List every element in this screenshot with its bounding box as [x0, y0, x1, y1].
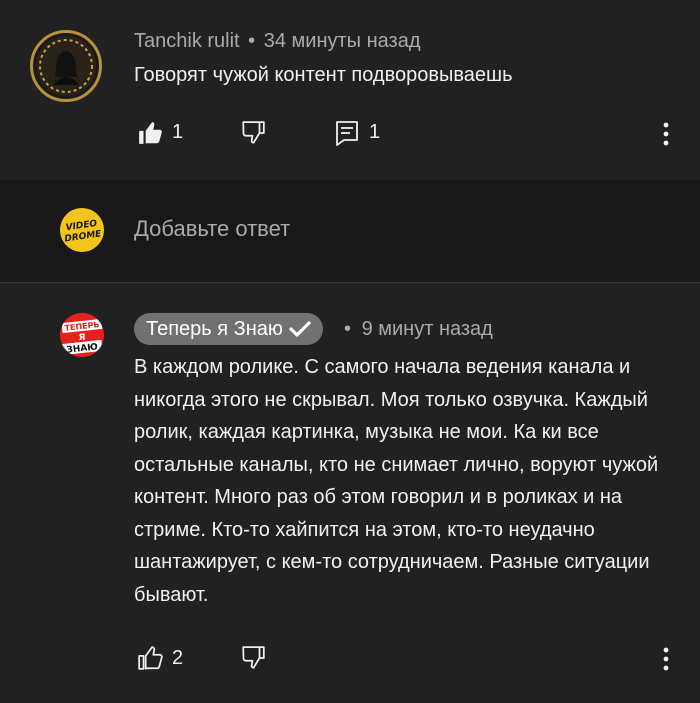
- divider: [0, 282, 700, 283]
- current-user-avatar: VIDEO DROME: [60, 208, 104, 252]
- verified-check-icon: [289, 321, 311, 337]
- comment-text: Говорят чужой контент подворовываешь: [134, 64, 513, 86]
- timestamp[interactable]: 34 минуты назад: [264, 30, 421, 52]
- add-reply-input[interactable]: Добавьте ответ: [134, 216, 290, 242]
- comment-meta: Tanchik rulit • 34 минуты назад: [134, 30, 421, 53]
- avatar-image: [36, 36, 96, 96]
- author-name: Теперь я Знаю: [146, 317, 283, 340]
- reply-section: [0, 180, 700, 283]
- reply-icon[interactable]: [335, 120, 359, 146]
- avatar[interactable]: [30, 30, 102, 102]
- comment-card: [0, 0, 700, 180]
- reply-count: 1: [369, 121, 381, 143]
- author-name[interactable]: Tanchik rulit: [134, 30, 240, 52]
- meta-separator: •: [344, 318, 352, 340]
- teper-ya-znayu-logo: ТЕПЕРЬ Я ЗНАЮ: [60, 313, 104, 357]
- meta-separator: •: [248, 30, 256, 52]
- comment-meta: • 9 минут назад: [344, 318, 493, 341]
- more-options-icon[interactable]: [660, 121, 672, 147]
- timestamp[interactable]: 9 минут назад: [362, 318, 493, 340]
- dislike-icon[interactable]: [240, 645, 266, 671]
- creator-avatar[interactable]: ТЕПЕРЬ Я ЗНАЮ: [60, 313, 104, 357]
- video-drome-logo: VIDEO DROME: [64, 219, 103, 245]
- dislike-icon[interactable]: [240, 120, 266, 146]
- like-count: 1: [172, 121, 184, 143]
- creator-badge[interactable]: Теперь я Знаю: [134, 313, 323, 345]
- svg-text:Я: Я: [79, 333, 86, 343]
- like-icon[interactable]: [137, 120, 163, 146]
- like-icon[interactable]: [137, 645, 163, 671]
- like-count: 2: [172, 647, 184, 669]
- more-options-icon[interactable]: [660, 646, 672, 672]
- reply-text: В каждом ролике. С самого начала ведения…: [134, 356, 659, 606]
